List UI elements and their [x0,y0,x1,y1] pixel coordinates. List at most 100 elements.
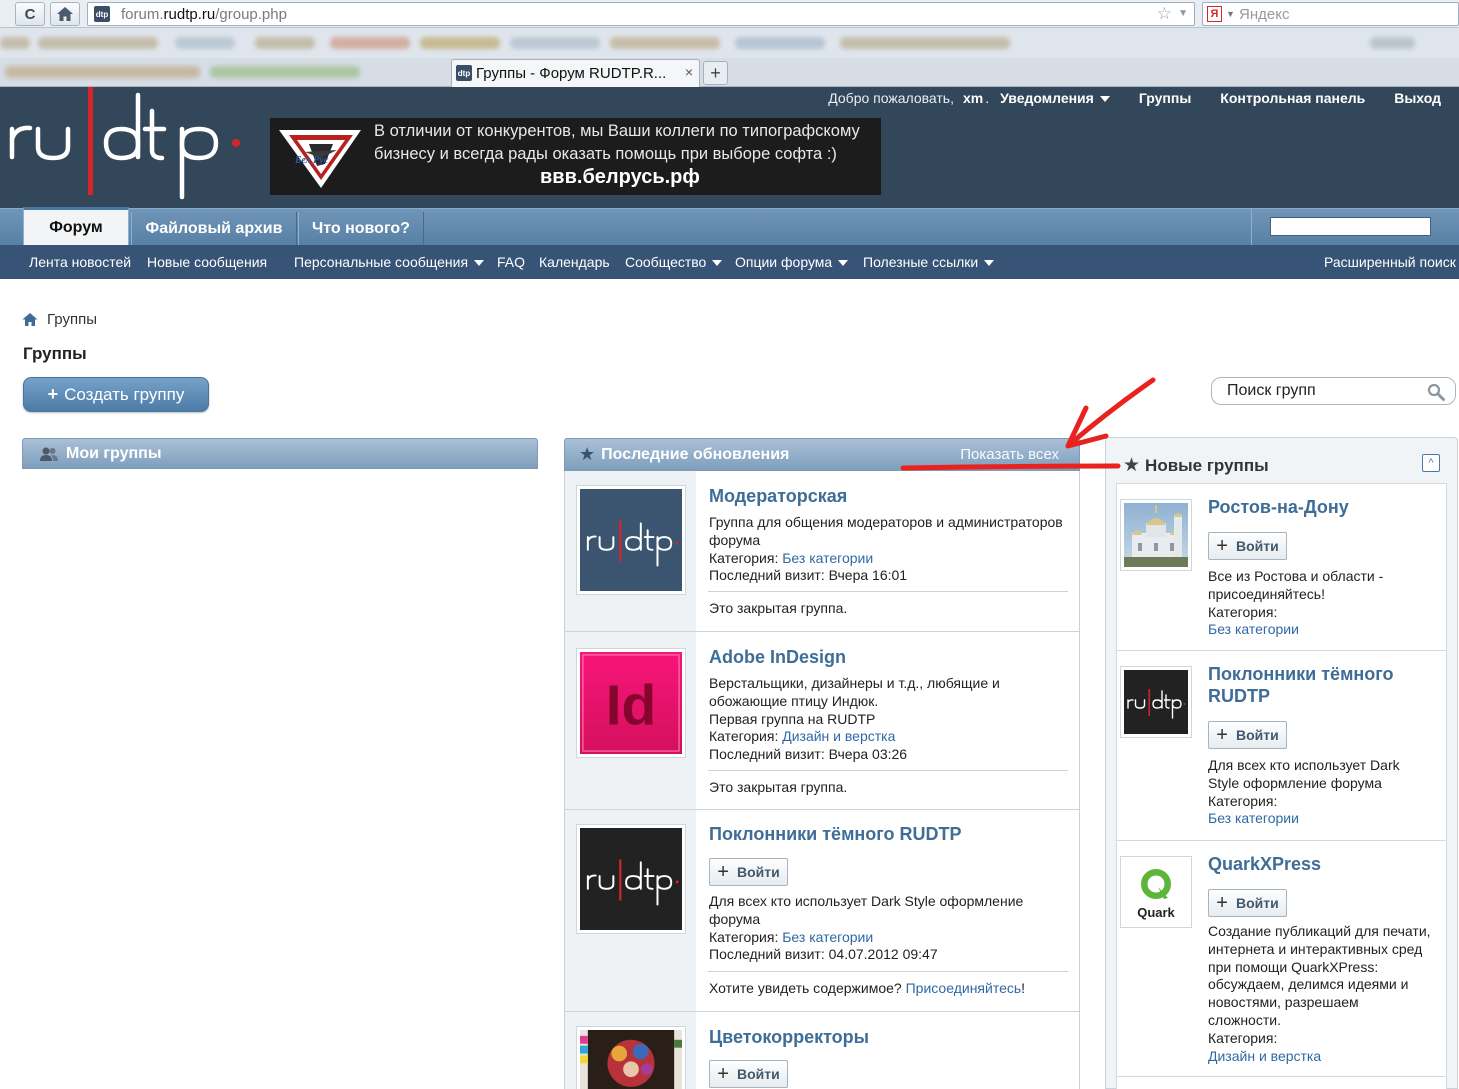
tab-whats-new[interactable]: Что нового? [298,212,424,246]
group-thumbnail[interactable] [576,1026,686,1089]
category-link[interactable]: Без категории [1208,621,1443,639]
tab-favicon-icon: dtp [456,65,472,81]
list-item: Модераторская Группа для общения модерат… [565,471,1079,632]
reload-button[interactable]: C [15,2,45,26]
category-link[interactable]: Дизайн и верстка [1208,1048,1443,1066]
church-photo-image [1124,503,1188,567]
notifications-menu[interactable]: Уведомления [1000,90,1110,106]
group-description: Создание публикаций для печати, интернет… [1208,923,1443,1065]
home-button[interactable] [50,2,80,26]
subnav-community[interactable]: Сообщество [625,254,723,270]
group-description: Группа для общения модераторов и админис… [709,514,1063,584]
tab-close-icon[interactable]: × [685,64,693,80]
svg-text:Id: Id [606,675,657,738]
url-dropdown-icon[interactable]: ▼ [1178,8,1188,19]
advertisement-banner[interactable]: Бел Рус В отличии от конкурентов, мы Ваш… [270,118,881,195]
yandex-icon: Я [1207,6,1222,22]
join-group-button[interactable]: + Войти [1208,889,1287,917]
subnav-forum-options[interactable]: Опции форума [735,254,849,270]
subnav-faq[interactable]: FAQ [497,254,525,270]
group-thumbnail[interactable] [576,485,686,595]
group-search-input[interactable]: Поиск групп [1211,377,1456,405]
group-access-note: Это закрытая группа. [709,779,848,795]
group-name-link[interactable]: Поклонники тёмного RUDTP [709,824,962,845]
groups-link[interactable]: Группы [1139,90,1191,106]
tab-file-archive[interactable]: Файловый архив [131,212,297,246]
show-all-link[interactable]: Показать всех [960,446,1059,463]
blurred-tab[interactable] [5,66,200,78]
blurred-bookmark[interactable] [610,37,720,49]
subnav-useful-links[interactable]: Полезные ссылки [863,254,995,270]
my-groups-header[interactable]: Мои группы [22,438,538,469]
active-browser-tab[interactable]: dtp Группы - Форум RUDTP.R... × [451,59,700,87]
category-link[interactable]: Без категории [1208,810,1443,828]
group-name-link[interactable]: Поклонники тёмного RUDTP [1208,663,1394,707]
category-link[interactable]: Дизайн и верстка [782,728,895,744]
address-bar[interactable]: dtp forum.rudtp.ru/group.php ☆ ▼ [87,2,1195,26]
bookmark-star-icon[interactable]: ☆ [1157,4,1172,24]
separator: . [985,90,990,106]
collapse-icon[interactable]: ^ [1422,454,1440,472]
create-group-label: Создать группу [64,384,185,404]
logout-link[interactable]: Выход [1394,90,1441,106]
tab-forum[interactable]: Форум [23,207,129,246]
browser-search-box[interactable]: Я ▼ Яндекс [1202,2,1459,26]
blurred-bookmark[interactable] [510,37,600,49]
reload-icon: C [24,5,36,23]
engine-dropdown-icon[interactable]: ▼ [1226,9,1235,19]
group-thumbnail[interactable]: Id [576,648,686,758]
group-name-link[interactable]: QuarkXPress [1208,853,1321,875]
control-panel-link[interactable]: Контрольная панель [1220,90,1365,106]
blurred-bookmark[interactable] [0,37,30,49]
blurred-bookmark[interactable] [840,37,1010,49]
new-groups-panel: ★ Новые группы ^ Ростов-на-Дону + Войти … [1105,437,1458,1089]
join-group-button[interactable]: + Войти [1208,532,1287,560]
advanced-search-link[interactable]: Расширенный поиск [1324,254,1456,270]
blurred-bookmark[interactable] [38,37,158,49]
latest-groups-list: Модераторская Группа для общения модерат… [564,471,1080,1089]
blurred-bookmark[interactable] [175,37,235,49]
join-group-button[interactable]: + Войти [1208,721,1287,749]
group-thumbnail[interactable] [1120,499,1192,571]
group-name-link[interactable]: Ростов-на-Дону [1208,496,1349,518]
blurred-bookmark[interactable] [420,37,500,49]
blurred-bookmark[interactable] [330,37,410,49]
group-name-link[interactable]: Adobe InDesign [709,647,846,668]
site-logo[interactable] [4,87,254,208]
browser-tab-strip: dtp Группы - Форум RUDTP.R... × + [0,58,1459,87]
tab-title: Группы - Форум RUDTP.R... [476,65,667,82]
join-link[interactable]: Присоединяйтесь [906,980,1022,996]
group-name-link[interactable]: Цветокорректоры [709,1027,869,1048]
quark-logo-image: Quark [1124,860,1188,924]
new-groups-list: Ростов-на-Дону + Войти Все из Ростова и о… [1116,483,1447,1089]
plus-icon: + [710,62,721,83]
category-link[interactable]: Без категории [782,550,873,566]
blurred-bookmark[interactable] [735,37,825,49]
quick-search-input[interactable] [1270,217,1431,236]
subnav-calendar[interactable]: Календарь [539,254,610,270]
username-link[interactable]: xm [963,90,983,106]
category-link[interactable]: Без категории [782,929,873,945]
home-icon[interactable] [22,312,38,327]
subnav-new-posts[interactable]: Новые сообщения [147,254,267,270]
plus-icon: + [1216,891,1228,914]
group-thumbnail[interactable] [1120,666,1192,738]
group-thumbnail[interactable]: Quark [1120,856,1192,928]
create-group-button[interactable]: + Создать группу [23,377,209,412]
join-group-button[interactable]: + Войти [709,858,788,886]
blurred-bookmark[interactable] [255,37,315,49]
group-name-link[interactable]: Модераторская [709,486,847,507]
group-thumbnail[interactable] [576,824,686,934]
subnav-private-messages[interactable]: Персональные сообщения [294,254,485,270]
blurred-tab[interactable] [210,66,360,78]
search-icon[interactable] [1427,383,1445,401]
join-prompt: Хотите увидеть содержимое? Присоединяйте… [709,980,1026,996]
divider [708,971,1068,972]
main-navigation: Форум Файловый архив Что нового? [0,207,1459,246]
new-tab-button[interactable]: + [703,61,728,85]
browser-toolbar: C dtp forum.rudtp.ru/group.php ☆ ▼ Я ▼ Я… [0,0,1459,28]
blurred-bookmark[interactable] [1370,37,1415,49]
join-group-button[interactable]: + Войти [709,1060,788,1088]
svg-text:Quark: Quark [1137,905,1175,920]
subnav-news-feed[interactable]: Лента новостей [29,254,131,270]
